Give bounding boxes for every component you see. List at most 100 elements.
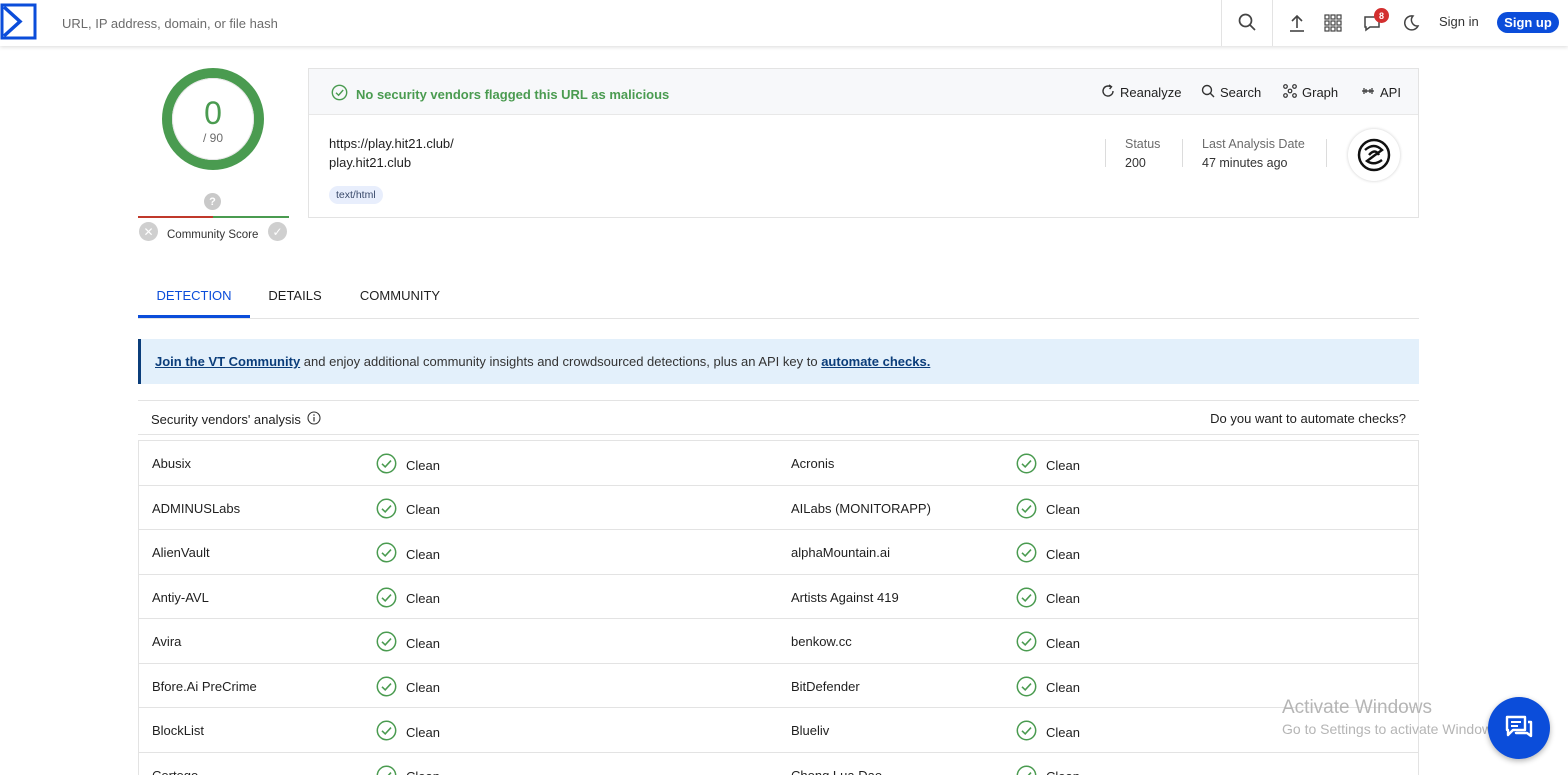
tab-details[interactable]: DETAILS bbox=[258, 282, 332, 318]
vendor-result: Clean bbox=[376, 587, 440, 611]
vendor-name[interactable]: AlienVault bbox=[152, 545, 210, 560]
detection-total: / 90 bbox=[202, 131, 223, 145]
upload-icon[interactable] bbox=[1285, 11, 1309, 35]
refresh-icon bbox=[1101, 84, 1115, 101]
vendor-name[interactable]: Acronis bbox=[791, 456, 834, 471]
last-analysis-value: 47 minutes ago bbox=[1202, 156, 1288, 170]
table-row: ADMINUSLabs Clean AILabs (MONITORAPP) Clean bbox=[139, 486, 1418, 530]
vendors-title-text: Security vendors' analysis bbox=[151, 412, 301, 427]
vendor-result: Clean bbox=[1016, 498, 1080, 522]
community-score-label: Community Score bbox=[167, 229, 259, 241]
vendors-table: Abusix Clean Acronis Clean ADMINUSLabs Clean A… bbox=[138, 440, 1419, 775]
sign-up-button[interactable]: Sign up bbox=[1497, 12, 1559, 33]
chat-button[interactable] bbox=[1488, 697, 1550, 759]
check-circle-icon bbox=[1016, 453, 1037, 477]
result-label: Clean bbox=[406, 635, 440, 651]
vendor-name[interactable]: BlockList bbox=[152, 723, 204, 738]
community-bar-positive bbox=[213, 216, 289, 218]
vote-harmless-icon[interactable]: ✓ bbox=[268, 222, 287, 241]
check-circle-icon bbox=[376, 765, 397, 775]
vendor-result: Clean bbox=[376, 498, 440, 522]
check-circle-icon bbox=[1016, 542, 1037, 566]
vendor-name[interactable]: Bfore.Ai PreCrime bbox=[152, 679, 257, 694]
vote-harmful-icon[interactable]: ✕ bbox=[139, 222, 158, 241]
result-label: Clean bbox=[406, 502, 440, 517]
vendor-name[interactable]: benkow.cc bbox=[791, 634, 852, 649]
check-circle-icon bbox=[376, 542, 397, 566]
vendor-name[interactable]: Chong Lua Dao bbox=[791, 768, 882, 775]
top-bar: 8 Sign in Sign up bbox=[0, 0, 1568, 46]
community-bar-negative bbox=[138, 216, 213, 218]
result-label: Clean bbox=[406, 591, 440, 606]
search-action-button[interactable]: Search bbox=[1201, 84, 1261, 101]
virustotal-logo[interactable] bbox=[0, 3, 37, 40]
notification-badge: 8 bbox=[1374, 8, 1389, 23]
analyzed-domain[interactable]: play.hit21.club bbox=[329, 155, 411, 170]
detection-score: 0 / 90 bbox=[172, 78, 254, 160]
analyzed-url[interactable]: https://play.hit21.club/ bbox=[329, 136, 454, 151]
vendor-name[interactable]: Avira bbox=[152, 634, 181, 649]
api-button[interactable]: API bbox=[1361, 84, 1401, 101]
table-row: Abusix Clean Acronis Clean bbox=[139, 441, 1418, 486]
reanalyze-button[interactable]: Reanalyze bbox=[1101, 84, 1181, 101]
summary-header: No security vendors flagged this URL as … bbox=[309, 69, 1418, 115]
check-circle-icon bbox=[376, 631, 397, 655]
graph-label: Graph bbox=[1302, 85, 1339, 100]
info-icon[interactable] bbox=[307, 411, 321, 428]
vendor-name[interactable]: Antiy-AVL bbox=[152, 590, 209, 605]
search-input[interactable] bbox=[50, 8, 1210, 38]
join-community-link[interactable]: Join the VT Community bbox=[155, 354, 300, 369]
vendor-name[interactable]: alphaMountain.ai bbox=[791, 545, 890, 560]
apps-grid-icon[interactable] bbox=[1321, 11, 1345, 35]
result-label: Clean bbox=[406, 769, 440, 775]
vendor-result: Clean bbox=[1016, 720, 1080, 744]
check-circle-icon bbox=[1016, 587, 1037, 611]
search-icon bbox=[1201, 84, 1215, 101]
vendor-result: Clean bbox=[376, 676, 440, 700]
automate-checks-link[interactable]: automate checks. bbox=[821, 354, 930, 369]
table-row: Antiy-AVL Clean Artists Against 419 Clean bbox=[139, 575, 1418, 619]
vendor-name[interactable]: AILabs (MONITORAPP) bbox=[791, 501, 931, 516]
tab-detection[interactable]: DETECTION bbox=[138, 282, 250, 318]
api-label: API bbox=[1380, 85, 1401, 100]
vendor-name[interactable]: BitDefender bbox=[791, 679, 860, 694]
tab-community[interactable]: COMMUNITY bbox=[350, 282, 450, 318]
vendor-name[interactable]: ADMINUSLabs bbox=[152, 501, 240, 516]
graph-button[interactable]: Graph bbox=[1283, 84, 1338, 101]
check-circle-icon bbox=[376, 453, 397, 477]
automate-checks-prompt[interactable]: Do you want to automate checks? bbox=[1210, 411, 1406, 426]
check-circle-icon bbox=[376, 587, 397, 611]
table-row: BlockList Clean Blueliv Clean bbox=[139, 708, 1418, 753]
vendor-result: Clean bbox=[376, 720, 440, 744]
check-circle-icon bbox=[1016, 765, 1037, 775]
vendor-result: Clean bbox=[1016, 587, 1080, 611]
result-label: Clean bbox=[1046, 724, 1080, 740]
windows-watermark-subtitle: Go to Settings to activate Windows. bbox=[1282, 721, 1503, 737]
divider bbox=[1326, 139, 1327, 167]
result-label: Clean bbox=[1046, 591, 1080, 606]
result-label: Clean bbox=[1046, 457, 1080, 473]
vendor-result: Clean bbox=[1016, 631, 1080, 655]
windows-watermark-title: Activate Windows bbox=[1282, 697, 1432, 718]
result-label: Clean bbox=[1046, 769, 1080, 775]
check-circle-icon bbox=[1016, 720, 1037, 744]
result-tabs: DETECTION DETAILS COMMUNITY bbox=[138, 282, 1419, 319]
content-type-tag[interactable]: text/html bbox=[329, 186, 383, 204]
check-circle-icon bbox=[376, 720, 397, 744]
banner-text: and enjoy additional community insights … bbox=[300, 354, 822, 369]
vendor-name[interactable]: Certego bbox=[152, 768, 198, 775]
sign-in-link[interactable]: Sign in bbox=[1439, 14, 1479, 29]
vendor-result: Clean bbox=[376, 542, 440, 566]
vendor-result: Clean bbox=[1016, 542, 1080, 566]
vendor-name[interactable]: Artists Against 419 bbox=[791, 590, 899, 605]
verdict: No security vendors flagged this URL as … bbox=[331, 84, 669, 104]
table-row: AlienVault Clean alphaMountain.ai Clean bbox=[139, 530, 1418, 575]
dark-mode-icon[interactable] bbox=[1399, 11, 1423, 35]
divider bbox=[1105, 139, 1106, 167]
search-button[interactable] bbox=[1221, 0, 1273, 46]
community-score-pin-icon: ? bbox=[204, 193, 221, 210]
vendor-name[interactable]: Blueliv bbox=[791, 723, 829, 738]
vendor-name[interactable]: Abusix bbox=[152, 456, 191, 471]
site-favicon bbox=[1348, 129, 1400, 181]
chat-icon bbox=[1503, 711, 1535, 746]
